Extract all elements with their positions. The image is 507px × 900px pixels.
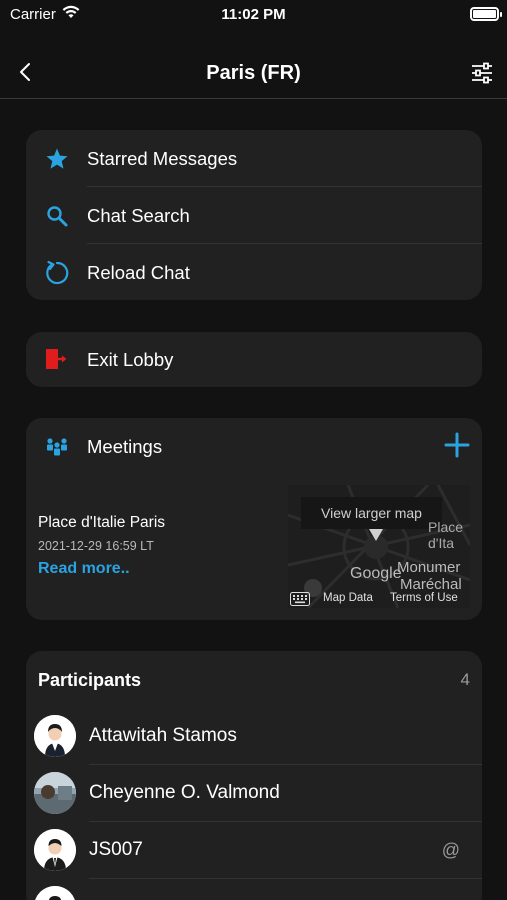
reload-icon xyxy=(44,260,70,286)
participant-name: Cheyenne O. Valmond xyxy=(89,782,280,803)
map-label-monument: Monumer xyxy=(397,559,461,576)
search-icon xyxy=(44,203,70,229)
navigation-bar: Paris (FR) xyxy=(0,44,507,99)
google-logo: Google xyxy=(350,565,402,582)
meeting-item[interactable]: Place d'Italie Paris 2021-12-29 16:59 LT… xyxy=(26,474,482,620)
star-icon xyxy=(44,146,70,172)
avatar-photo xyxy=(34,772,76,814)
exit-lobby-label: Exit Lobby xyxy=(87,348,174,370)
keyboard-icon[interactable] xyxy=(290,592,310,606)
meeting-datetime: 2021-12-29 16:59 LT xyxy=(38,539,154,553)
meetings-header: Meetings xyxy=(26,418,482,474)
participant-name: JS007 xyxy=(89,839,143,860)
participant-row[interactable]: JS007 @ xyxy=(26,822,482,879)
avatar xyxy=(34,715,76,757)
chat-search-label: Chat Search xyxy=(87,204,190,226)
exit-lobby-card[interactable]: Exit Lobby xyxy=(26,332,482,387)
participant-row[interactable]: Attawitah Stamos xyxy=(26,708,482,765)
participants-card: Participants 4 Attawitah Stamos Cheyenne… xyxy=(26,651,482,900)
meetings-title: Meetings xyxy=(87,436,163,457)
reload-chat-label: Reload Chat xyxy=(87,261,190,283)
reload-chat-row[interactable]: Reload Chat xyxy=(26,244,482,300)
starred-messages-label: Starred Messages xyxy=(87,147,238,169)
avatar xyxy=(34,886,76,900)
read-more-link[interactable]: Read more.. xyxy=(38,560,130,578)
add-meeting-plus-icon[interactable] xyxy=(444,432,470,458)
mention-indicator: @ xyxy=(441,840,460,860)
participant-row[interactable] xyxy=(26,879,482,900)
meeting-name: Place d'Italie Paris xyxy=(38,514,166,531)
terms-of-use-link[interactable]: Terms of Use xyxy=(390,592,458,604)
exit-lobby-row[interactable]: Exit Lobby xyxy=(26,332,482,387)
participant-row[interactable]: Cheyenne O. Valmond xyxy=(26,765,482,822)
starred-messages-row[interactable]: Starred Messages xyxy=(26,130,482,187)
meeting-map[interactable]: View larger map Place d'Ita Google Monum… xyxy=(288,485,470,608)
map-label-place: Place d'Ita xyxy=(428,519,464,551)
page-title: Paris (FR) xyxy=(206,62,301,84)
map-footer: Map Data Terms of Use xyxy=(288,590,470,608)
chat-actions-card: Starred Messages Chat Search Reload Chat xyxy=(26,130,482,300)
filter-settings-icon[interactable] xyxy=(471,62,493,84)
participants-title: Participants xyxy=(38,670,142,690)
clock: 11:02 PM xyxy=(221,6,286,23)
exit-icon xyxy=(44,346,70,372)
battery-icon xyxy=(470,7,502,21)
view-larger-map-button[interactable]: View larger map xyxy=(301,497,442,529)
chat-search-row[interactable]: Chat Search xyxy=(26,187,482,244)
avatar xyxy=(34,829,76,871)
participants-count: 4 xyxy=(460,670,470,689)
meetings-card: Meetings Place d'Italie Paris 2021-12-29… xyxy=(26,418,482,620)
status-bar: Carrier 11:02 PM xyxy=(0,0,507,30)
participant-name: Attawitah Stamos xyxy=(89,725,237,746)
map-data-link[interactable]: Map Data xyxy=(323,592,373,604)
meetings-group-icon xyxy=(47,438,67,456)
participants-header: Participants 4 xyxy=(26,651,482,708)
